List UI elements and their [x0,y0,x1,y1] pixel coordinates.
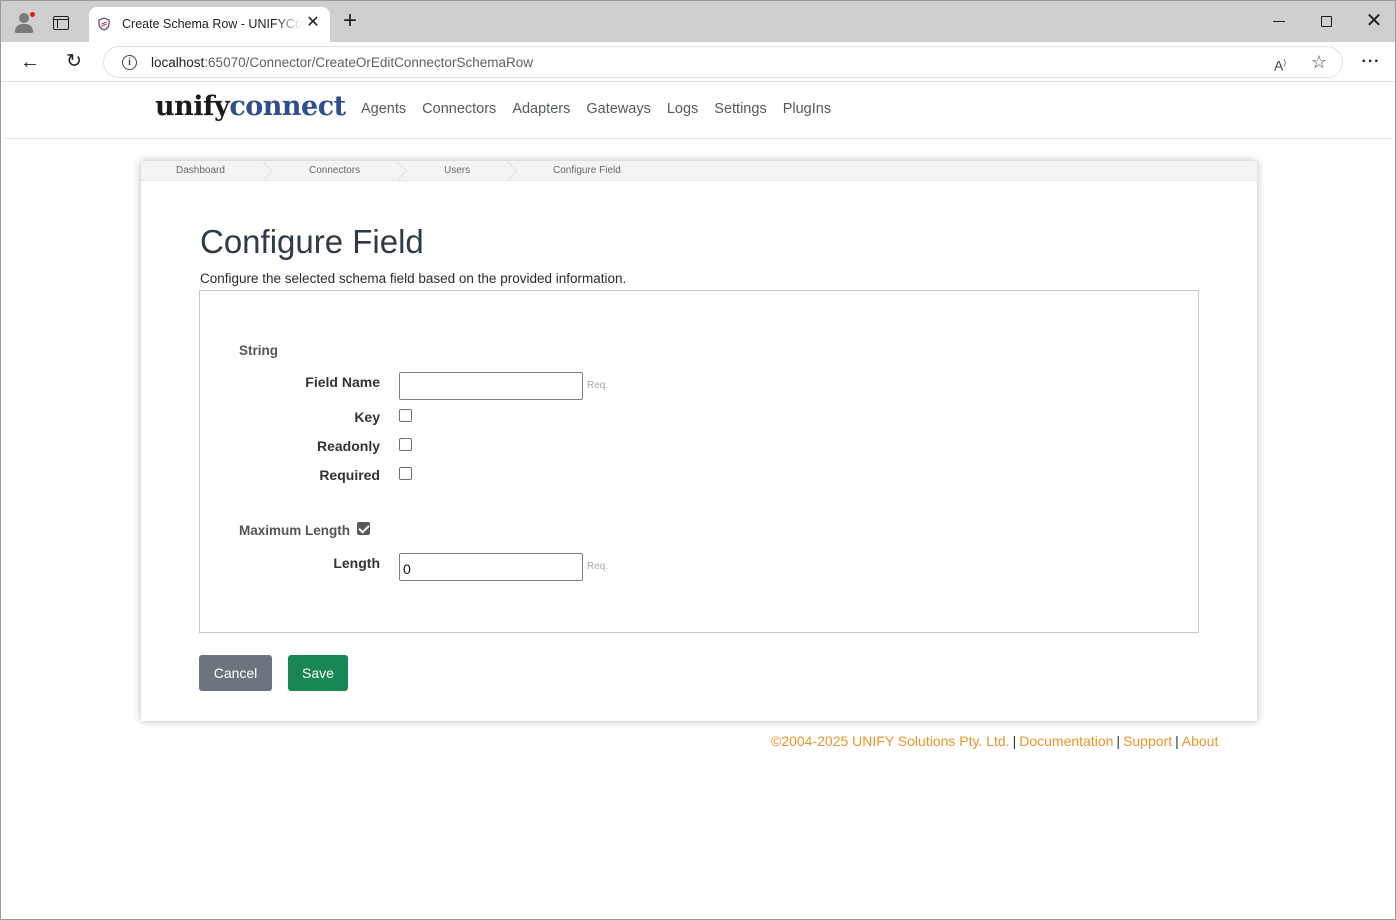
key-checkbox[interactable] [399,409,412,422]
nav-gateways[interactable]: Gateways [586,101,650,117]
breadcrumb-configure-field: Configure Field [553,165,621,176]
page-viewport: unifyconnect Agents Connectors Adapters … [5,83,1393,915]
nav-agents[interactable]: Agents [361,101,406,117]
length-req-hint: Req. [587,561,609,572]
site-favicon-icon [98,17,110,31]
field-name-label: Field Name [305,374,380,390]
minimize-icon[interactable] [1273,21,1285,22]
documentation-link[interactable]: Documentation [1019,733,1113,749]
breadcrumb-separator [396,161,411,181]
url-text[interactable]: localhost:65070/Connector/CreateOrEditCo… [151,55,533,70]
breadcrumb-separator [506,161,521,181]
nav-plugins[interactable]: PlugIns [783,101,831,117]
site-header: unifyconnect Agents Connectors Adapters … [5,83,1393,139]
required-label: Required [319,467,380,483]
length-label: Length [333,555,380,571]
read-aloud-icon[interactable]: A) [1270,53,1290,74]
support-link[interactable]: Support [1123,733,1172,749]
key-label: Key [354,409,380,425]
page-footer: ©2004-2025 UNIFY Solutions Pty. Ltd. | Doc… [771,733,1218,749]
page-description: Configure the selected schema field base… [200,271,627,286]
window-close-icon[interactable]: ✕ [1363,10,1385,32]
browser-toolbar: ← ↻ i localhost:65070/Connector/CreateOr… [1,42,1395,82]
field-name-req-hint: Req. [587,380,609,391]
site-logo[interactable]: unifyconnect [155,91,346,122]
main-nav: Agents Connectors Adapters Gateways Logs… [361,101,847,117]
field-name-input[interactable] [399,372,583,400]
tab-strip: Create Schema Row - UNIFYConnect ✕ + ✕ [1,1,1395,42]
length-input[interactable] [399,553,583,581]
tab-close-icon[interactable]: ✕ [305,15,321,31]
new-tab-icon[interactable]: + [340,9,360,33]
site-info-icon[interactable]: i [122,55,137,70]
content-card: Dashboard Connectors Users Configure Fie… [141,161,1257,721]
maximize-icon[interactable] [1321,16,1332,27]
breadcrumb: Dashboard Connectors Users Configure Fie… [141,161,1257,181]
field-config-form: String Field Name Req. Key Readonly Requ… [199,290,1199,633]
footer-separator: | [1175,733,1179,749]
reload-icon[interactable]: ↻ [63,51,85,73]
max-length-label: Maximum Length [239,523,351,538]
footer-separator: | [1012,733,1017,749]
readonly-label: Readonly [316,438,380,454]
breadcrumb-dashboard[interactable]: Dashboard [176,165,225,176]
more-menu-icon[interactable]: ··· [1360,51,1382,73]
tab-actions-icon[interactable] [53,16,69,30]
field-type-label: String [239,343,278,358]
about-link[interactable]: About [1182,733,1219,749]
copyright-link[interactable]: ©2004-2025 UNIFY Solutions Pty. Ltd. [771,733,1010,749]
cancel-button[interactable]: Cancel [199,655,272,691]
address-bar[interactable]: i localhost:65070/Connector/CreateOrEdit… [103,46,1343,78]
tab-title: Create Schema Row - UNIFYConnect [122,17,302,31]
page-title: Configure Field [200,223,424,260]
nav-connectors[interactable]: Connectors [422,101,496,117]
breadcrumb-separator [262,161,277,181]
browser-tab-active[interactable]: Create Schema Row - UNIFYConnect ✕ [89,7,330,42]
save-button[interactable]: Save [288,655,348,691]
favorite-star-icon[interactable]: ☆ [1309,52,1329,72]
required-checkbox[interactable] [399,467,412,480]
profile-icon[interactable] [13,11,36,33]
readonly-checkbox[interactable] [399,438,412,451]
nav-logs[interactable]: Logs [667,101,698,117]
footer-separator: | [1116,733,1121,749]
max-length-checkbox[interactable] [357,522,370,535]
browser-window: Create Schema Row - UNIFYConnect ✕ + ✕ ←… [0,0,1396,920]
breadcrumb-connectors[interactable]: Connectors [309,165,360,176]
nav-settings[interactable]: Settings [714,101,766,117]
breadcrumb-users[interactable]: Users [444,165,470,176]
nav-adapters[interactable]: Adapters [512,101,570,117]
back-arrow-icon[interactable]: ← [19,51,41,73]
